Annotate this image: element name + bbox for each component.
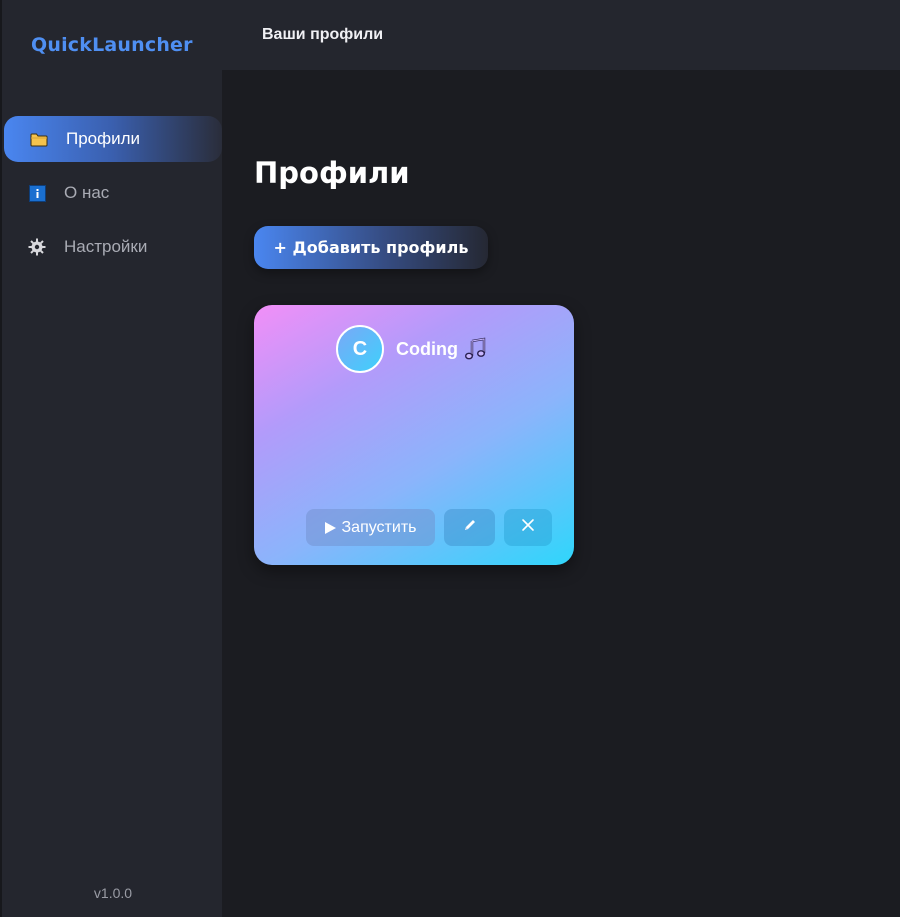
profile-card-header: C Coding: [336, 325, 488, 373]
sidebar-nav: Профили О нас Настройки: [2, 116, 224, 278]
sidebar-item-label: О нас: [64, 183, 110, 202]
launch-button[interactable]: Запустить: [306, 509, 435, 546]
play-icon: [324, 521, 336, 534]
topbar: Ваши профили: [222, 0, 900, 70]
music-notes-icon: [464, 337, 488, 361]
info-icon: [28, 184, 46, 202]
profile-name-text: Coding: [396, 338, 458, 359]
sidebar-item-about[interactable]: О нас: [2, 170, 220, 216]
add-profile-button[interactable]: + Добавить профиль: [254, 226, 488, 269]
sidebar-item-settings[interactable]: Настройки: [2, 224, 220, 270]
close-icon: [521, 518, 535, 537]
sidebar-item-profiles[interactable]: Профили: [4, 116, 222, 162]
launch-button-label: Запустить: [341, 518, 417, 536]
page-title: Профили: [254, 156, 410, 190]
edit-button[interactable]: [444, 509, 495, 546]
avatar: C: [336, 325, 384, 373]
sidebar-item-label: Профили: [66, 129, 141, 148]
gear-icon: [28, 238, 46, 256]
delete-button[interactable]: [504, 509, 552, 546]
sidebar: QuickLauncher Профили О нас Настройки v1…: [0, 0, 222, 917]
topbar-title: Ваши профили: [262, 26, 384, 43]
app-logo[interactable]: QuickLauncher: [31, 34, 193, 56]
sidebar-item-label: Настройки: [64, 237, 148, 256]
folder-icon: [30, 130, 48, 148]
app-version: v1.0.0: [93, 885, 133, 901]
profile-card[interactable]: C Coding Запустить: [254, 305, 574, 565]
pencil-icon: [463, 518, 477, 537]
profile-name: Coding: [396, 337, 488, 361]
profile-card-actions: Запустить: [306, 509, 552, 546]
